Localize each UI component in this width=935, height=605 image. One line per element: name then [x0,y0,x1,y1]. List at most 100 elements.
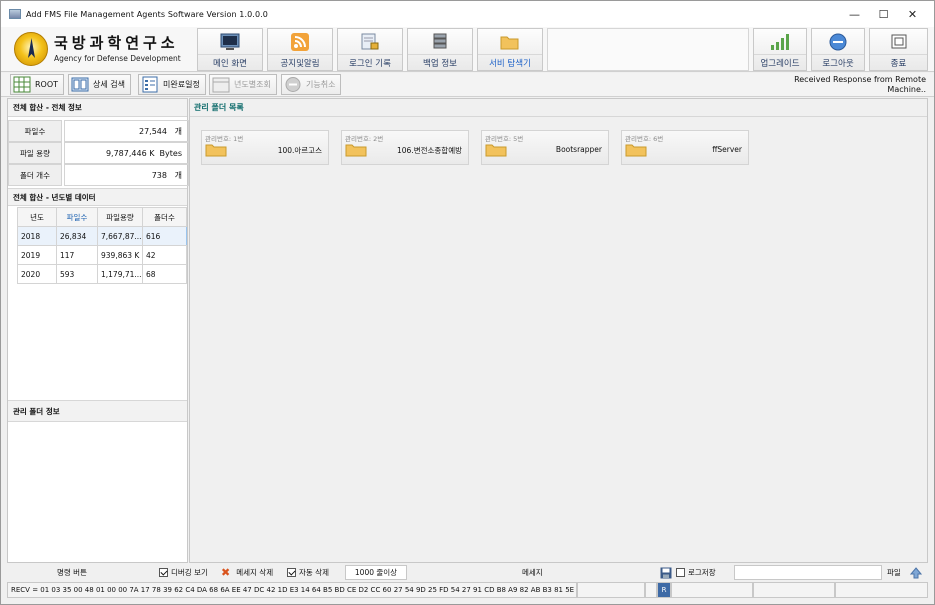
file-size-value-box: 9,787,446 K Bytes [64,142,189,164]
logo-korean-text: 국방과학연구소 [54,34,179,52]
status-cell [835,582,928,598]
message-delete-button[interactable]: ✖ 메세지 삭제 [221,564,273,581]
table-cell: 68 [142,264,187,284]
folder-count-value-box: 738 개 [64,164,189,186]
exit-icon [889,33,909,51]
logout-button[interactable]: 로그아웃 [811,28,865,71]
upload-arrow-icon[interactable] [910,564,922,581]
status-cell [645,582,657,598]
notice-button[interactable]: 공지및알림 [267,28,333,71]
folder-name: Bootsrapper [555,145,602,154]
save-icon[interactable] [660,564,672,581]
server-explorer-button[interactable]: 서비 탐색기 [477,28,543,71]
app-icon [9,9,21,19]
folder-name: ffServer [712,145,742,154]
log-save-checkbox[interactable]: 로그저장 [676,564,716,581]
column-header[interactable]: 파일수 [56,207,98,227]
file-size-value: 9,787,446 K [105,148,155,158]
log-path-input[interactable] [734,565,882,580]
close-button[interactable]: ✕ [898,1,927,27]
maximize-button[interactable]: ☐ [869,1,898,27]
folder-card[interactable]: 관리번호: 1번 100.아르고스 [201,130,329,165]
file-count-unit: 개 [174,126,182,136]
rss-icon [290,33,310,51]
window-title: Add FMS File Management Agents Software … [26,9,268,19]
file-button[interactable]: 파일 [887,564,901,581]
notice-label: 공지및알림 [268,54,332,69]
folder-name: 100.아르고스 [277,146,322,155]
bottom-bar: 명령 버튼 디버깅 보기 ✖ 메세지 삭제 자동 삭제 1000 줄이상 메세지 … [7,564,928,581]
root-button[interactable]: ROOT [10,74,65,95]
status-bar: RECV = 01 03 35 00 48 01 00 00 7A 17 78 … [7,582,928,598]
list-icon [142,76,158,93]
logo-english-text: Agency for Defense Development [54,54,181,63]
checkbox-icon [159,568,168,577]
app-window: Add FMS File Management Agents Software … [0,0,935,605]
upgrade-button[interactable]: 업그레이드 [753,28,807,71]
lines-limit-value: 1000 줄이상 [354,568,398,577]
incomplete-schedule-label: 미완료일정 [163,80,200,89]
file-size-row: 파일 용량 9,787,446 K Bytes [8,142,189,164]
table-cell: 1,179,71... [97,264,143,284]
folder-count-unit: 개 [174,170,182,180]
secondary-toolbar: ROOT 상세 검색 미완료일정 년도별조회 기능취소 Received Res… [1,73,934,97]
table-row[interactable]: 2020 593 1,179,71... 68 [17,264,187,284]
main-panel: 관리 폴더 목록 관리번호: 1번 100.아르고스 관리번호: 2번 106.… [189,98,928,563]
upgrade-label: 업그레이드 [754,54,806,69]
calendar-icon [212,77,230,93]
r-indicator: R [657,582,671,598]
backup-info-button[interactable]: 백업 정보 [407,28,473,71]
logout-label: 로그아웃 [812,54,864,69]
folder-card[interactable]: 관리번호: 2번 106.변전소종합예방 [341,130,469,165]
folder-icon [205,144,227,157]
year-query-button[interactable]: 년도별조회 [209,74,277,95]
left-panel: 전체 합산 - 전체 정보 파일수 27,544 개 파일 용량 9,787,4… [7,98,189,563]
cancel-function-label: 기능취소 [306,80,336,89]
grid-icon [13,76,31,93]
detail-search-button[interactable]: 상세 검색 [68,74,131,95]
column-header[interactable]: 폴더수 [142,207,187,227]
incomplete-schedule-button[interactable]: 미완료일정 [138,74,206,95]
server-icon [430,33,450,51]
main-screen-button[interactable]: 메인 화면 [197,28,263,71]
main-screen-label: 메인 화면 [198,54,262,69]
yearly-header: 전체 합산 - 년도별 데이터 [8,188,187,206]
status-cell [577,582,645,598]
main-toolbar: 국방과학연구소 Agency for Defense Development 메… [1,27,934,72]
file-count-label: 파일수 [8,120,62,142]
table-cell: 2019 [17,245,57,265]
table-row[interactable]: 2019 117 939,863 K 42 [17,245,187,265]
panels-icon [71,77,89,92]
title-bar: Add FMS File Management Agents Software … [1,1,934,27]
table-row[interactable]: 2018 26,834 7,667,87... 616 [17,226,187,246]
backup-info-label: 백업 정보 [408,54,472,69]
folder-card[interactable]: 관리번호: 5번 Bootsrapper [481,130,609,165]
message-delete-label: 메세지 삭제 [236,568,274,577]
folder-card[interactable]: 관리번호: 6번 ffServer [621,130,749,165]
cancel-function-button[interactable]: 기능취소 [281,74,342,95]
table-cell: 42 [142,245,187,265]
exit-button[interactable]: 종료 [869,28,928,71]
column-header[interactable]: 파일용량 [97,207,143,227]
table-cell: 616 [142,226,187,246]
auto-delete-checkbox[interactable]: 자동 삭제 [287,564,329,581]
table-cell: 2018 [17,226,57,246]
file-count-row: 파일수 27,544 개 [8,120,189,142]
status-cell [753,582,835,598]
server-explorer-label: 서비 탐색기 [478,54,542,69]
folder-name: 106.변전소종합예방 [397,146,462,155]
minimize-button[interactable]: — [840,1,869,27]
response-status: Received Response from Remote Machine.. [794,75,926,95]
column-header[interactable]: 년도 [17,207,57,227]
folder-icon [345,144,367,157]
detail-search-label: 상세 검색 [93,80,125,89]
file-size-unit: Bytes [159,148,182,158]
debug-view-checkbox[interactable]: 디버깅 보기 [159,564,208,581]
file-count-value: 27,544 [138,126,167,136]
lines-limit-field[interactable]: 1000 줄이상 [345,565,407,580]
table-cell: 939,863 K [97,245,143,265]
table-cell: 117 [56,245,98,265]
login-log-button[interactable]: 로그인 기록 [337,28,403,71]
file-size-label: 파일 용량 [8,142,62,164]
folder-open-icon [500,33,520,51]
